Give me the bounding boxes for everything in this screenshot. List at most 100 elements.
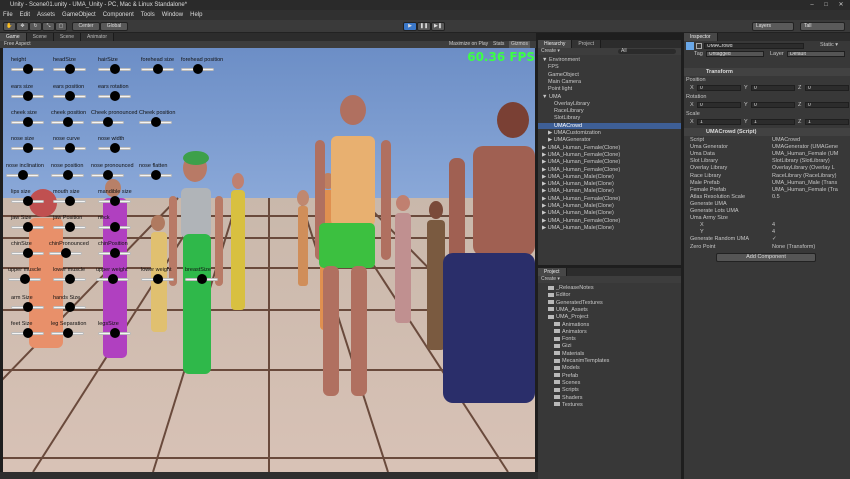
script-field-value[interactable]: 4	[772, 229, 848, 236]
menu-help[interactable]: Help	[190, 10, 202, 20]
slider-handle[interactable]	[62, 328, 73, 338]
script-field-value[interactable]: ✓	[772, 236, 848, 243]
script-field-value[interactable]	[772, 201, 848, 208]
project-folder-item[interactable]: Prefab	[538, 373, 578, 379]
script-field-value[interactable]: UMA_Human_Male (Trans	[772, 180, 848, 187]
slider-handle[interactable]	[64, 196, 75, 206]
transform-pos-y-field[interactable]: 0	[751, 85, 795, 91]
tab-project[interactable]: Project	[538, 268, 567, 276]
hierarchy-item[interactable]: ▶ UMA_Human_Female(Clone)	[538, 159, 681, 165]
project-create-button[interactable]: Create ▾	[541, 276, 560, 283]
pause-button[interactable]: ❚❚	[417, 22, 431, 31]
hand-tool-button[interactable]: ✋	[3, 22, 16, 31]
slider-handle[interactable]	[22, 196, 33, 206]
menu-tools[interactable]: Tools	[141, 10, 155, 20]
slider-handle[interactable]	[152, 64, 163, 74]
space-toggle[interactable]: Global	[100, 22, 128, 31]
slider-handle[interactable]	[102, 117, 113, 127]
project-folder-item[interactable]: Gizi	[538, 343, 571, 349]
transform-rot-z-field[interactable]: 0	[805, 102, 849, 108]
tab-game[interactable]: Game	[0, 33, 27, 41]
project-folder-item[interactable]: Materials	[538, 351, 584, 357]
slider-handle[interactable]	[152, 274, 163, 284]
menu-window[interactable]: Window	[162, 10, 183, 20]
umacrowd-script-header[interactable]: UMACrowd (Script)	[684, 128, 850, 136]
hierarchy-create-button[interactable]: Create ▾	[541, 48, 560, 55]
project-folder-item[interactable]: _ReleaseNotes	[538, 285, 594, 291]
script-field-value[interactable]: SlotLibrary (SlotLibrary)	[772, 158, 848, 165]
rect-tool-button[interactable]: ▢	[55, 22, 67, 31]
slider-handle[interactable]	[196, 274, 207, 284]
transform-scl-z-field[interactable]: 1	[805, 119, 849, 125]
transform-pos-x-field[interactable]: 0	[697, 85, 741, 91]
maximize-on-play-toggle[interactable]: Maximize on Play	[449, 41, 488, 48]
hierarchy-item[interactable]: ▶ UMA_Human_Female(Clone)	[538, 152, 681, 158]
scale-tool-button[interactable]: ⤡	[42, 22, 55, 31]
slider-handle[interactable]	[60, 248, 71, 258]
active-checkbox[interactable]	[696, 43, 702, 49]
slider-handle[interactable]	[22, 248, 33, 258]
slider-handle[interactable]	[64, 143, 75, 153]
slider-handle[interactable]	[109, 91, 120, 101]
hierarchy-item[interactable]: ▶ UMA_Human_Male(Clone)	[538, 203, 681, 209]
script-field-value[interactable]: None (Transform)	[772, 244, 848, 251]
hierarchy-search-input[interactable]: All	[618, 49, 676, 54]
slider-handle[interactable]	[109, 64, 120, 74]
script-field-value[interactable]: 4	[772, 222, 848, 229]
project-folder-item[interactable]: Animations	[538, 322, 589, 328]
project-folder-item[interactable]: UMA_Assets	[538, 307, 588, 313]
slider-handle[interactable]	[17, 170, 28, 180]
menu-assets[interactable]: Assets	[37, 10, 55, 20]
layer-dropdown[interactable]: Default	[787, 51, 845, 57]
script-field-value[interactable]: UMAGenerator (UMAGene	[772, 144, 848, 151]
script-field-value[interactable]: OverlayLibrary (Overlay L	[772, 165, 848, 172]
script-field-value[interactable]	[772, 215, 848, 222]
transform-pos-z-field[interactable]: 0	[805, 85, 849, 91]
hierarchy-item[interactable]: ▶ UMA_Human_Female(Clone)	[538, 145, 681, 151]
slider-handle[interactable]	[22, 143, 33, 153]
slider-handle[interactable]	[22, 91, 33, 101]
tab-inspector[interactable]: Inspector	[684, 33, 718, 41]
hierarchy-item[interactable]: ▶ UMA_Human_Male(Clone)	[538, 174, 681, 180]
hierarchy-item[interactable]: ▶ UMAGenerator	[538, 137, 681, 143]
slider-handle[interactable]	[62, 170, 73, 180]
transform-rot-y-field[interactable]: 0	[751, 102, 795, 108]
menu-component[interactable]: Component	[103, 10, 134, 20]
project-folder-item[interactable]: Textures	[538, 402, 583, 408]
step-button[interactable]: ▶❚	[431, 22, 445, 31]
slider-handle[interactable]	[109, 143, 120, 153]
tab-scene[interactable]: Scene	[26, 33, 54, 41]
slider-handle[interactable]	[150, 117, 161, 127]
tab-scene-2[interactable]: Scene	[53, 33, 81, 41]
add-component-button[interactable]: Add Component	[716, 253, 816, 262]
game-view[interactable]: 60.36 FPS height headSize hairSize forehead…	[3, 48, 535, 472]
close-button[interactable]: ✕	[835, 1, 847, 9]
rotate-tool-button[interactable]: ↻	[29, 22, 42, 31]
transform-scl-y-field[interactable]: 1	[751, 119, 795, 125]
slider-handle[interactable]	[22, 117, 33, 127]
menu-file[interactable]: File	[3, 10, 13, 20]
hierarchy-item[interactable]: Point light	[538, 86, 681, 92]
slider-handle[interactable]	[62, 117, 73, 127]
layout-dropdown[interactable]: Tall	[800, 22, 845, 31]
menu-edit[interactable]: Edit	[20, 10, 30, 20]
slider-handle[interactable]	[64, 274, 75, 284]
slider-handle[interactable]	[64, 222, 75, 232]
transform-scl-x-field[interactable]: 1	[697, 119, 741, 125]
script-field-value[interactable]: RaceLibrary (RaceLibrary)	[772, 173, 848, 180]
project-folder-item[interactable]: Scenes	[538, 380, 580, 386]
hierarchy-item[interactable]: Main Camera	[538, 79, 681, 85]
object-name-field[interactable]: UMACrowd	[704, 43, 804, 49]
move-tool-button[interactable]: ✥	[16, 22, 29, 31]
slider-handle[interactable]	[22, 328, 33, 338]
slider-handle[interactable]	[109, 222, 120, 232]
hierarchy-item[interactable]: ▶ UMA_Human_Male(Clone)	[538, 210, 681, 216]
layers-dropdown[interactable]: Layers	[752, 22, 794, 31]
hierarchy-item[interactable]: ▶ UMA_Human_Male(Clone)	[538, 188, 681, 194]
slider-handle[interactable]	[22, 64, 33, 74]
project-folder-item[interactable]: UMA_Project	[538, 314, 588, 320]
maximize-button[interactable]: □	[820, 1, 832, 9]
project-folder-item[interactable]: Shaders	[538, 395, 583, 401]
aspect-dropdown[interactable]: Free Aspect	[4, 41, 31, 48]
slider-handle[interactable]	[19, 274, 30, 284]
